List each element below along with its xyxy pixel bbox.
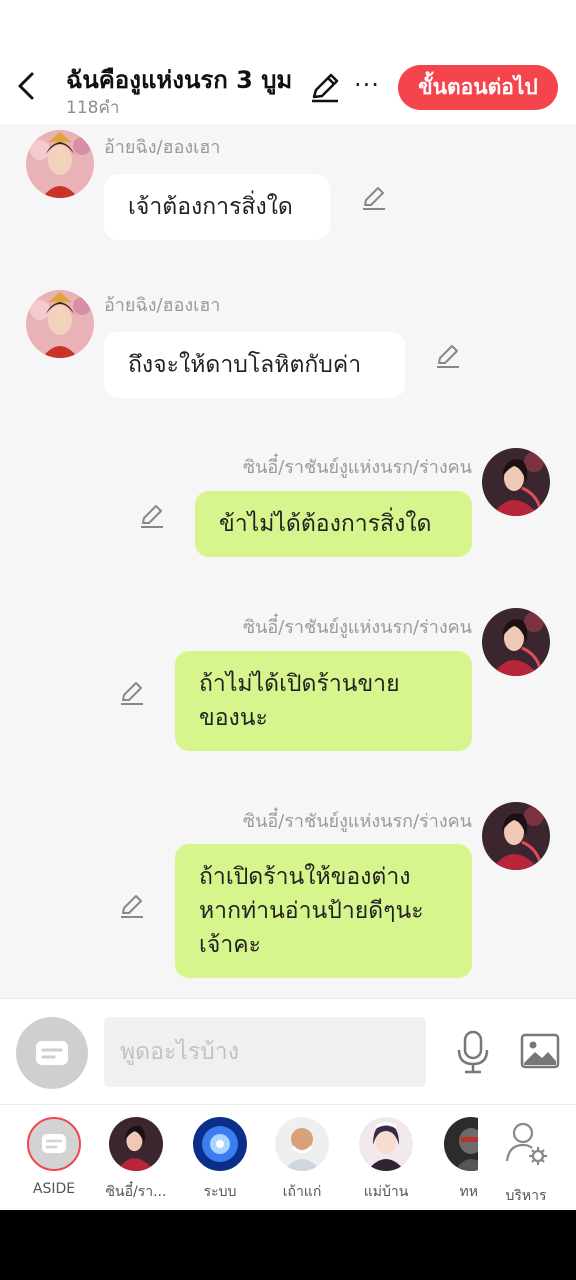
character-aside[interactable]: ASIDE [18,1117,90,1197]
soldier-avatar [444,1117,478,1171]
message-box-icon [36,1041,68,1065]
aside-icon [27,1117,81,1171]
aside-toggle-button[interactable] [16,1017,88,1089]
character-label: ทห [459,1184,478,1200]
message-line: ถ้าเปิดร้านให้ของต่าง [199,864,411,890]
top-bar: ฉันคืองูแห่งนรก 3 บูม 118คำ ··· ขั้นตอนต… [0,0,576,124]
more-options-button[interactable]: ··· [352,70,382,100]
system-navigation-bar [0,1210,576,1280]
message-line: ถ้าไม่ได้เปิดร้านขาย [199,671,400,697]
snake-queen-avatar[interactable] [482,802,550,870]
character-label: เถ้าแก่ [282,1184,322,1200]
character-maid[interactable]: แม่บ้าน [350,1117,422,1203]
message-line: ของนะ [199,705,268,731]
manage-user-icon [505,1122,547,1165]
speaker-name: ซินอี๋/ราชันย์งูแห่งนรก/ร่างคน [242,457,472,478]
character-label: ระบบ [203,1184,237,1200]
back-arrow-icon[interactable] [12,68,42,104]
edit-title-icon[interactable] [308,70,342,104]
message-bubble[interactable]: ถ้าไม่ได้เปิดร้านขาย ของนะ [175,651,472,751]
image-icon[interactable] [520,1032,560,1070]
character-label: ASIDE [32,1181,76,1197]
old-man-avatar [275,1117,329,1171]
snake-queen-avatar [109,1117,163,1171]
message-bubble[interactable]: ถ้าเปิดร้านให้ของต่าง หากท่านอ่านป้ายดีๆ… [175,844,472,978]
message-input[interactable] [104,1017,426,1087]
character-label: แม่บ้าน [363,1184,409,1200]
edit-message-icon[interactable] [118,679,146,707]
message-line: หากท่านอ่านป้ายดีๆนะ [199,898,424,924]
edit-message-icon[interactable] [138,502,166,530]
manage-characters-button[interactable]: บริหาร [490,1117,562,1207]
message-line: เจ้าคะ [199,932,261,958]
system-orb-avatar [193,1117,247,1171]
message-bubble[interactable]: ข้าไม่ได้ต้องการสิ่งใด [195,491,472,557]
edit-message-icon[interactable] [118,892,146,920]
speaker-name: ซินอี๋/ราชันย์งูแห่งนรก/ร่างคน [242,617,472,638]
empress-avatar[interactable] [26,290,94,358]
character-snake-queen[interactable]: ซินอี๋/รา... [100,1117,172,1203]
microphone-icon[interactable] [454,1029,492,1075]
speaker-name: ซินอี๋/ราชันย์งูแห่งนรก/ร่างคน [242,811,472,832]
chat-area: อ้ายฉิง/ฮองเฮา เจ้าต้องการสิ่งใด อ้ายฉิง… [0,124,576,1000]
character-label: ซินอี๋/รา... [105,1184,167,1200]
character-soldier[interactable]: ทห [432,1117,478,1203]
speaker-name: อ้ายฉิง/ฮองเฮา [104,295,221,316]
input-bar [0,998,576,1105]
edit-message-icon[interactable] [434,342,462,370]
edit-message-icon[interactable] [360,184,388,212]
empress-avatar[interactable] [26,130,94,198]
character-bar: ASIDE ซินอี๋/รา... ระบบ เถ้าแก่ แม่บ้าน … [0,1104,576,1211]
message-bubble[interactable]: ถึงจะให้ดาบโลหิตกับค่า [104,332,405,398]
message-bubble[interactable]: เจ้าต้องการสิ่งใด [104,174,330,240]
snake-queen-avatar[interactable] [482,448,550,516]
character-system[interactable]: ระบบ [184,1117,256,1203]
character-label: บริหาร [505,1188,547,1204]
snake-queen-avatar[interactable] [482,608,550,676]
character-old-man[interactable]: เถ้าแก่ [266,1117,338,1203]
next-step-button[interactable]: ขั้นตอนต่อไป [398,65,558,110]
word-count: 118คำ [66,98,120,118]
speaker-name: อ้ายฉิง/ฮองเฮา [104,137,221,158]
maid-avatar [359,1117,413,1171]
